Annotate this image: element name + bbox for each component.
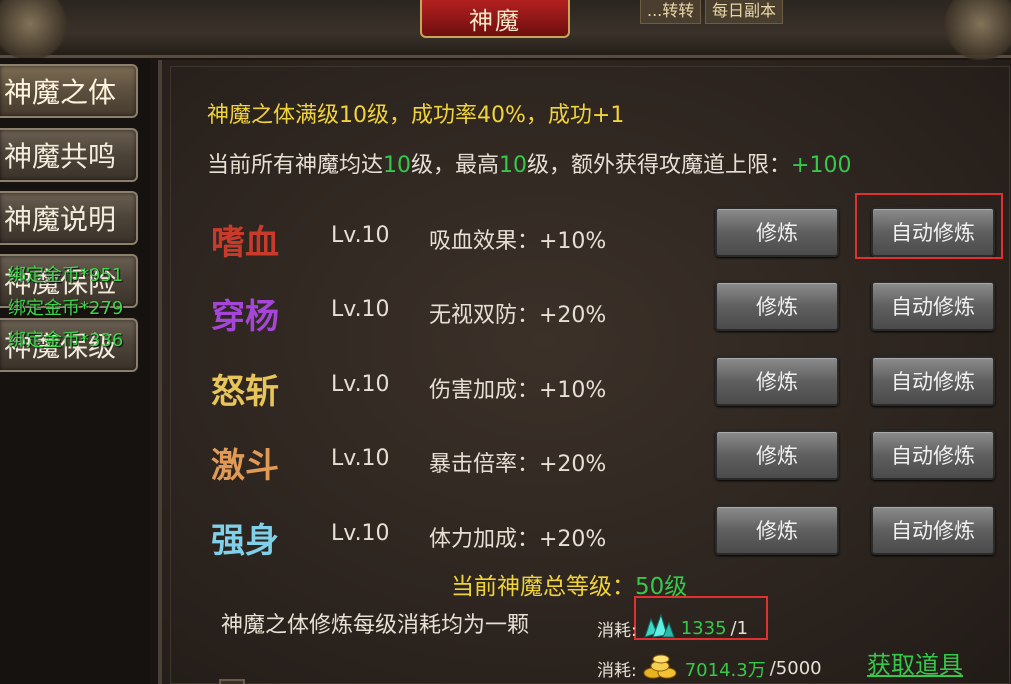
option-checkbox[interactable]	[219, 679, 245, 684]
window-title: 神魔	[420, 0, 570, 38]
top-bar: ...转转 每日副本 神魔	[0, 0, 1011, 60]
dragon-ornament-left	[0, 0, 70, 60]
reward-popup: 绑定金币*336	[8, 330, 124, 351]
gold-have: 7014.3万	[684, 659, 766, 681]
attribute-row: 穿杨 Lv.10 无视双防：+20% 修炼 自动修炼	[171, 279, 1011, 349]
bonus-info-level: 10	[383, 153, 412, 178]
reward-popup: 绑定金币*279	[8, 298, 124, 319]
max-level-info: 神魔之体满级10级，成功率40%，成功+1	[207, 103, 625, 128]
bonus-info-prefix: 当前所有神魔均达	[207, 153, 384, 178]
attribute-name: 穿杨	[211, 297, 279, 337]
attribute-level: Lv.10	[331, 372, 390, 397]
side-menu: 神魔之体 神魔共鸣 神魔说明 神魔保险 神魔保级 绑定金币*951 绑定金币*2…	[0, 58, 150, 684]
sidebar-item-resonance[interactable]: 神魔共鸣	[0, 128, 138, 182]
attribute-effect: 暴击倍率：+20%	[429, 452, 607, 477]
auto-train-button[interactable]: 自动修炼	[871, 281, 995, 331]
attribute-row: 激斗 Lv.10 暴击倍率：+20% 修炼 自动修炼	[171, 428, 1011, 498]
auto-train-button[interactable]: 自动修炼	[871, 356, 995, 406]
total-level-label: 当前神魔总等级：	[451, 574, 635, 600]
attribute-level: Lv.10	[331, 297, 390, 322]
total-level-value: 50级	[635, 574, 688, 600]
cost-note: 神魔之体修炼每级消耗均为一颗	[221, 613, 530, 638]
crystal-have: 1335	[680, 618, 727, 639]
attribute-effect: 体力加成：+20%	[429, 527, 607, 552]
sidebar-item-body[interactable]: 神魔之体	[0, 64, 138, 118]
crystal-cost: 消耗: 1335/1	[597, 611, 748, 646]
attribute-level: Lv.10	[331, 446, 390, 471]
attribute-effect: 伤害加成：+10%	[429, 378, 607, 403]
cost-label: 消耗:	[597, 661, 637, 681]
attribute-name: 怒斩	[211, 372, 279, 412]
attribute-level: Lv.10	[331, 223, 390, 248]
gold-cost: 消耗: 7014.3万/5000	[597, 651, 822, 684]
top-tab-partial[interactable]: ...转转	[640, 0, 702, 24]
bonus-info-mid: 级，最高	[411, 153, 500, 178]
highlight-frame	[855, 193, 1003, 259]
attribute-name: 嗜血	[211, 223, 279, 263]
train-button[interactable]: 修炼	[715, 356, 839, 406]
auto-train-button[interactable]: 自动修炼	[871, 505, 995, 555]
train-button[interactable]: 修炼	[715, 505, 839, 555]
bonus-info-max: 10	[499, 153, 528, 178]
bonus-info: 当前所有神魔均达10级，最高10级，额外获得攻魔道上限：+100	[207, 147, 851, 179]
panel-frame: 神魔之体满级10级，成功率40%，成功+1 当前所有神魔均达10级，最高10级，…	[170, 66, 1010, 684]
cost-label: 消耗:	[597, 621, 637, 641]
bonus-info-suffix: 级，额外获得攻魔道上限：	[527, 153, 792, 178]
attribute-name: 激斗	[211, 446, 279, 486]
main-panel: 神魔之体满级10级，成功率40%，成功+1 当前所有神魔均达10级，最高10级，…	[158, 60, 1011, 684]
attribute-effect: 无视双防：+20%	[429, 303, 607, 328]
attribute-name: 强身	[211, 521, 279, 561]
gold-coins-icon	[641, 651, 681, 684]
train-button[interactable]: 修炼	[715, 207, 839, 257]
sidebar-item-description[interactable]: 神魔说明	[0, 191, 138, 245]
dragon-ornament-right	[941, 0, 1011, 60]
train-button[interactable]: 修炼	[715, 430, 839, 480]
bonus-info-value: +100	[791, 153, 852, 178]
attribute-row: 强身 Lv.10 体力加成：+20% 修炼 自动修炼	[171, 503, 1011, 573]
gold-need: /5000	[769, 658, 822, 679]
total-level: 当前神魔总等级：50级	[451, 567, 687, 601]
attribute-row: 怒斩 Lv.10 伤害加成：+10% 修炼 自动修炼	[171, 354, 1011, 424]
top-tab-daily-dungeon[interactable]: 每日副本	[705, 0, 784, 24]
auto-train-button[interactable]: 自动修炼	[871, 430, 995, 480]
crystal-need: /1	[730, 618, 749, 639]
train-button[interactable]: 修炼	[715, 281, 839, 331]
get-item-link[interactable]: 获取道具	[867, 645, 963, 680]
reward-popup: 绑定金币*951	[8, 265, 124, 286]
attribute-level: Lv.10	[331, 521, 390, 546]
crystal-icon	[641, 611, 677, 646]
attribute-effect: 吸血效果：+10%	[429, 229, 607, 254]
